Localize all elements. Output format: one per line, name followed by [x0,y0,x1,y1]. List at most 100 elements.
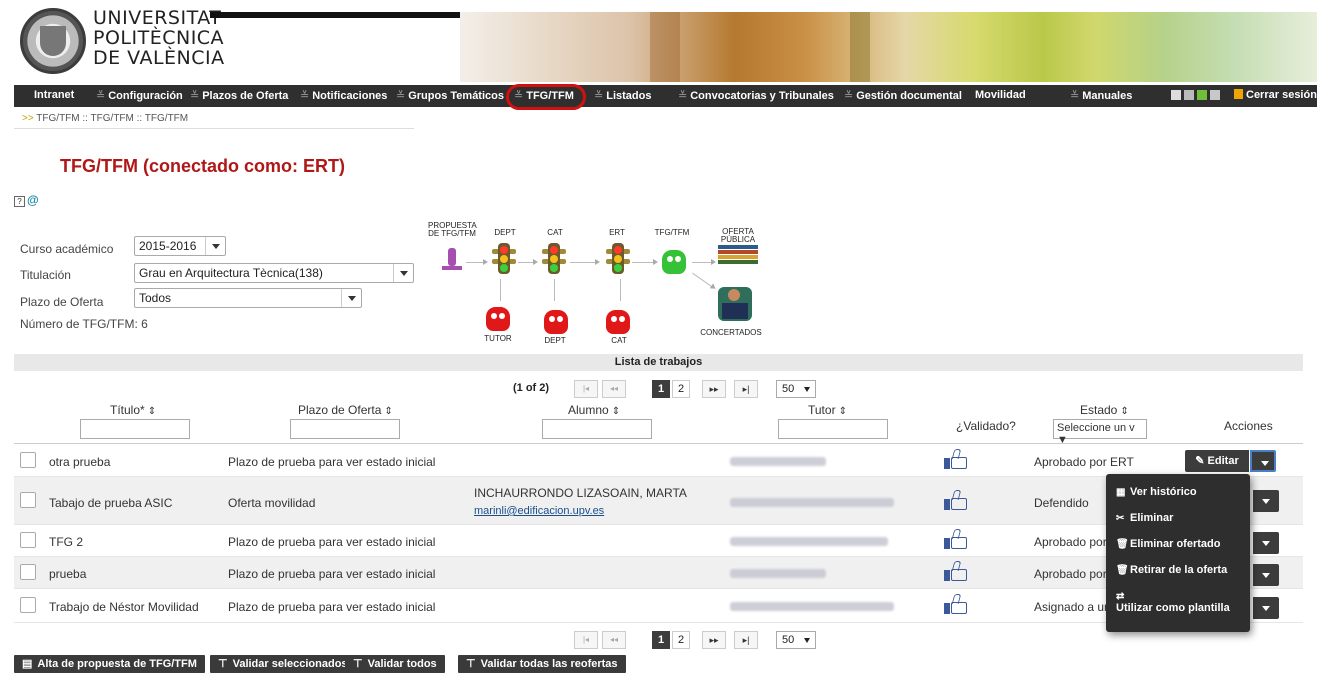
filter-titulo-input[interactable] [80,419,190,439]
nav-item-notificaciones[interactable]: ≚ Notificaciones [300,89,387,102]
row-actions-dropdown-button[interactable] [1253,532,1279,554]
col-header-estado[interactable]: Estado ⇕ [1080,403,1129,417]
books-icon[interactable] [718,245,758,267]
breadcrumb-text[interactable]: TFG/TFM :: TFG/TFM :: TFG/TFM [36,113,188,124]
nav-item-movilidad[interactable]: Movilidad [975,89,1026,101]
nav-item-grupos-tematicos[interactable]: ≚ Grupos Temáticos [396,89,504,102]
filter-tutor-input[interactable] [778,419,888,439]
pager-prev-button[interactable]: ◂◂ [602,631,626,649]
row-checkbox[interactable] [20,532,36,548]
thumbs-up-icon[interactable] [944,490,968,510]
pager-first-button[interactable]: |◂ [574,380,598,398]
row-actions-dropdown-button[interactable] [1250,450,1276,472]
page-title: TFG/TFM (conectado como: ERT) [60,156,345,176]
university-logo-text[interactable]: UNIVERSITAT POLITÈCNICA DE VALÈNCIA [93,8,225,68]
pager-last-button[interactable]: ▸| [734,380,758,398]
edit-button[interactable]: ✎ Editar [1185,450,1249,472]
row-checkbox[interactable] [20,564,36,580]
pager-next-button[interactable]: ▸▸ [702,631,726,649]
proposal-chair-icon[interactable] [440,248,464,276]
validar-seleccionados-button[interactable]: ⊤ Validar seleccionados [210,655,356,673]
pager-page-1[interactable]: 1 [652,631,670,649]
row-checkbox[interactable] [20,492,36,508]
traffic-light-cat-icon[interactable] [542,243,566,277]
row-actions-dropdown-button[interactable] [1253,597,1279,619]
titulacion-select[interactable]: Grau en Arquitectura Tècnica(138) [134,263,414,283]
col-header-tutor[interactable]: Tutor ⇕ [808,403,847,417]
red-monster-cat-icon[interactable] [602,306,634,338]
university-seal-logo[interactable] [20,8,86,74]
sort-icon: ⇕ [838,406,847,417]
menu-item-eliminar[interactable]: ✂ Eliminar [1116,512,1173,524]
nav-item-gestion-documental[interactable]: ≚ Gestión documental [844,89,962,102]
col-header-acciones: Acciones [1224,419,1273,433]
nav-item-plazos-oferta[interactable]: ≚ Plazos de Oferta [190,89,288,102]
menu-item-retirar-oferta[interactable]: 🗑Retirar de la oferta [1116,564,1227,576]
nav-item-listados[interactable]: ≚ Listados [594,89,651,102]
pager-last-button[interactable]: ▸| [734,631,758,649]
nav-item-intranet[interactable]: Intranet [34,89,74,101]
pager-prev-button[interactable]: ◂◂ [602,380,626,398]
window-icon[interactable] [1210,90,1220,100]
thumbs-up-icon[interactable] [944,594,968,614]
row-checkbox[interactable] [20,597,36,613]
thumbs-up-icon[interactable] [944,449,968,469]
table-row[interactable]: otra prueba Plazo de prueba para ver est… [14,445,1303,477]
help-icon[interactable]: ? [14,196,25,207]
traffic-light-dept-icon[interactable] [492,243,516,277]
sort-icon: ⇕ [611,406,621,417]
email-at-icon[interactable]: @ [27,193,39,207]
curso-label: Curso académico [20,242,114,256]
header-banner-image [460,12,1317,82]
col-header-plazo[interactable]: Plazo de Oferta ⇕ [298,403,393,417]
row-actions-dropdown-button[interactable] [1253,490,1279,512]
row-actions-dropdown-button[interactable] [1253,564,1279,586]
logout-button[interactable]: Cerrar sesión [1234,89,1317,101]
tfg-count: Número de TFG/TFM: 6 [20,317,148,331]
breadcrumb-arrow-icon: >> [22,113,34,124]
cell-estado: Asignado a un [1034,600,1111,614]
nav-item-manuales[interactable]: ≚ Manuales [1070,89,1132,102]
wf-label-tutor: TUTOR [484,334,512,343]
menu-item-ver-historico[interactable]: ▦ Ver histórico [1116,486,1197,498]
pager-page-1[interactable]: 1 [652,380,670,398]
estado-filter-select[interactable]: Seleccione un v ▼ [1053,419,1147,446]
nav-item-convocatorias[interactable]: ≚ Convocatorias y Tribunales [678,89,834,102]
alta-propuesta-button[interactable]: ▤ Alta de propuesta de TFG/TFM [14,655,205,673]
pager-page-2[interactable]: 2 [672,631,690,649]
menu-item-eliminar-ofertado[interactable]: 🗑Eliminar ofertado [1116,538,1220,550]
pager-next-button[interactable]: ▸▸ [702,380,726,398]
lock-icon [1234,89,1243,99]
curso-select[interactable]: 2015-2016 [134,236,226,256]
keyboard-icon[interactable] [1171,90,1181,100]
pager-first-button[interactable]: |◂ [574,631,598,649]
thumbs-up-icon[interactable] [944,561,968,581]
grid-icon[interactable] [1184,90,1194,100]
pager-info: (1 of 2) [513,382,550,394]
traffic-light-ert-icon[interactable] [606,243,630,277]
top-paginator: (1 of 2) |◂ ◂◂ 1 2 ▸▸ ▸| 50 [0,380,1317,398]
col-header-alumno[interactable]: Alumno ⇕ [568,403,620,417]
row-checkbox[interactable] [20,452,36,468]
cell-titulo: TFG 2 [49,535,84,549]
rows-per-page-select[interactable]: 50 [776,380,816,398]
cell-plazo: Plazo de prueba para ver estado inicial [228,535,436,549]
status-green-icon[interactable] [1197,90,1207,100]
person-reading-icon[interactable] [718,287,752,321]
student-email-link[interactable]: marinli@edificacion.upv.es [474,505,604,517]
nav-item-configuracion[interactable]: ≚ Configuración [96,89,183,102]
plazo-select[interactable]: Todos [134,288,362,308]
col-header-titulo[interactable]: Título* ⇕ [110,403,156,417]
filter-alumno-input[interactable] [542,419,652,439]
filter-plazo-input[interactable] [290,419,400,439]
green-monster-icon[interactable] [658,246,690,278]
cell-titulo: prueba [49,567,87,581]
pager-page-2[interactable]: 2 [672,380,690,398]
menu-item-utilizar-plantilla[interactable]: ⇄ Utilizar como plantilla [1116,590,1230,614]
red-monster-tutor-icon[interactable] [482,303,514,335]
validar-reofertas-button[interactable]: ⊤ Validar todas las reofertas [458,655,626,673]
rows-per-page-select[interactable]: 50 [776,631,816,649]
red-monster-dept-icon[interactable] [540,306,572,338]
validar-todos-button[interactable]: ⊤ Validar todos [345,655,445,673]
thumbs-up-icon[interactable] [944,529,968,549]
